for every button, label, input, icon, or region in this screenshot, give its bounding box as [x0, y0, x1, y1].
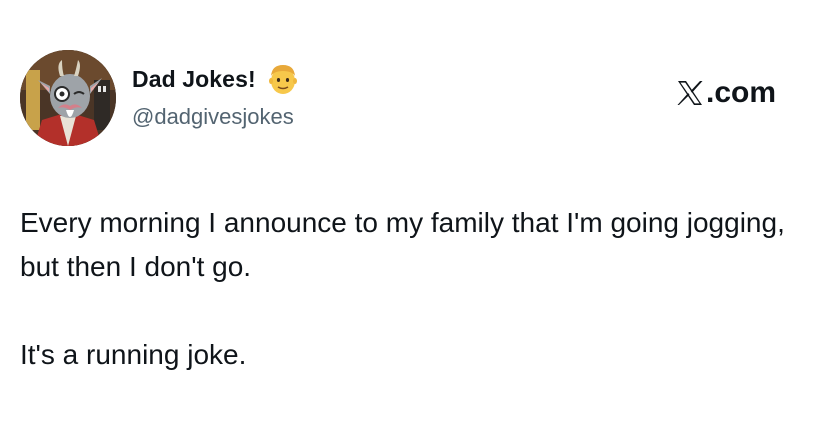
avatar[interactable]	[20, 50, 116, 146]
display-name[interactable]: Dad Jokes!	[132, 66, 256, 93]
display-name-row: Dad Jokes!	[132, 62, 300, 96]
brand-label: .com	[706, 76, 777, 109]
tweet-card: Dad Jokes! @dadgivesjokes .com Every mor…	[0, 0, 828, 445]
tweet-paragraph-2: It's a running joke.	[20, 339, 247, 370]
brand-link[interactable]: .com	[676, 74, 776, 112]
goat-avatar-icon	[20, 50, 116, 146]
x-logo-icon	[676, 79, 704, 107]
tweet-paragraph-1: Every morning I announce to my family th…	[20, 207, 793, 282]
man-emoji-icon	[266, 62, 300, 96]
handle[interactable]: @dadgivesjokes	[132, 104, 294, 130]
tweet-text: Every morning I announce to my family th…	[20, 201, 810, 377]
